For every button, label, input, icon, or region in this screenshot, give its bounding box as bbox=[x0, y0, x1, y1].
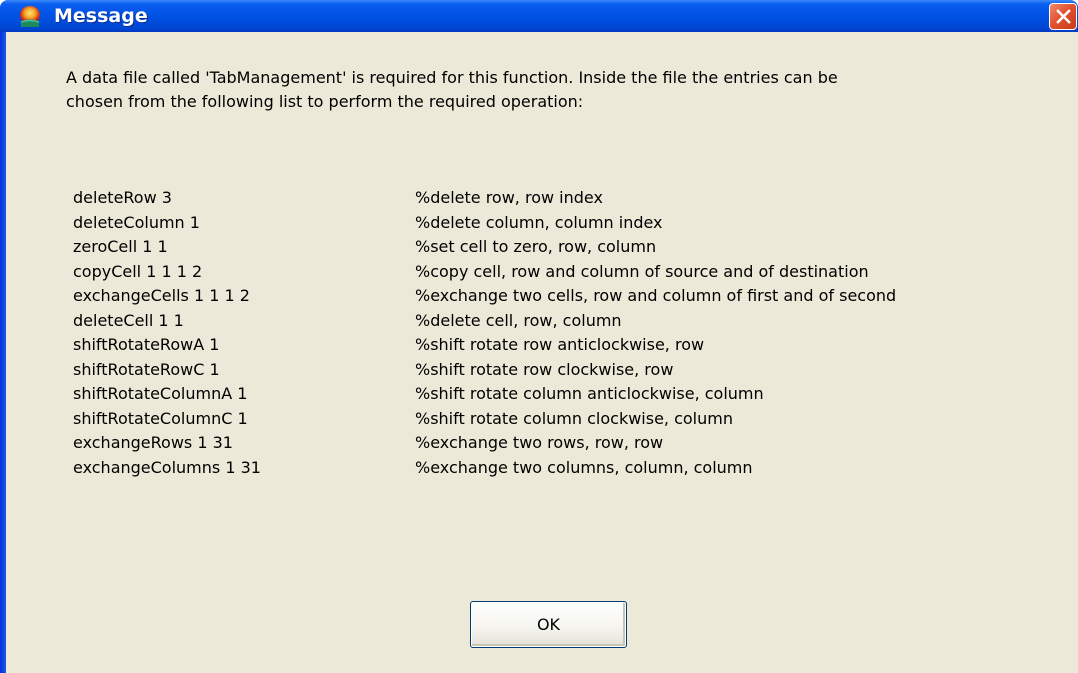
command-description: %shift rotate column clockwise, column bbox=[415, 408, 733, 428]
ok-button[interactable]: OK bbox=[470, 601, 627, 648]
list-item: zeroCell 1 1 %set cell to zero, row, col… bbox=[66, 235, 1066, 260]
command-name: shiftRotateColumnA 1 bbox=[73, 384, 248, 403]
command-name: exchangeCells 1 1 1 2 bbox=[73, 286, 250, 305]
message-dialog: Message A data file called 'TabManagemen… bbox=[0, 0, 1078, 673]
command-description: %copy cell, row and column of source and… bbox=[415, 261, 869, 281]
command-name: deleteColumn 1 bbox=[73, 212, 200, 232]
command-name: zeroCell 1 1 bbox=[73, 237, 168, 256]
command-description: %shift rotate row anticlockwise, row bbox=[415, 335, 705, 354]
command-name: exchangeColumns 1 31 bbox=[73, 457, 261, 477]
list-item: shiftRotateColumnA 1 %shift rotate colum… bbox=[66, 382, 1066, 407]
command-description: %set cell to zero, row, column bbox=[415, 237, 657, 256]
command-description: %shift rotate column anticlockwise, colu… bbox=[415, 384, 764, 403]
window-title: Message bbox=[54, 5, 148, 27]
close-icon bbox=[1056, 9, 1071, 24]
command-description: %delete row, row index bbox=[415, 188, 603, 207]
command-description: %shift rotate row clockwise, row bbox=[415, 359, 674, 379]
command-list: deleteRow 3 %delete row, row index delet… bbox=[66, 186, 1066, 480]
command-description: %exchange two rows, row, row bbox=[415, 433, 664, 452]
command-name: copyCell 1 1 1 2 bbox=[73, 261, 203, 281]
command-name: deleteCell 1 1 bbox=[73, 310, 184, 330]
command-description: %exchange two columns, column, column bbox=[415, 457, 753, 477]
intro-line-1: A data file called 'TabManagement' is re… bbox=[66, 68, 838, 87]
command-name: shiftRotateColumnC 1 bbox=[73, 408, 248, 428]
list-item: exchangeColumns 1 31 %exchange two colum… bbox=[66, 456, 1066, 481]
list-item: shiftRotateRowC 1 %shift rotate row cloc… bbox=[66, 358, 1066, 383]
list-item: exchangeCells 1 1 1 2 %exchange two cell… bbox=[66, 284, 1066, 309]
list-item: deleteCell 1 1 %delete cell, row, column bbox=[66, 309, 1066, 334]
intro-line-2: chosen from the following list to perfor… bbox=[66, 92, 584, 111]
command-name: deleteRow 3 bbox=[73, 188, 172, 207]
command-name: exchangeRows 1 31 bbox=[73, 433, 233, 452]
list-item: shiftRotateRowA 1 %shift rotate row anti… bbox=[66, 333, 1066, 358]
command-name: shiftRotateRowC 1 bbox=[73, 359, 220, 379]
list-item: exchangeRows 1 31 %exchange two rows, ro… bbox=[66, 431, 1066, 456]
command-description: %delete cell, row, column bbox=[415, 310, 622, 330]
command-description: %exchange two cells, row and column of f… bbox=[415, 286, 897, 305]
list-item: deleteRow 3 %delete row, row index bbox=[66, 186, 1066, 211]
command-name: shiftRotateRowA 1 bbox=[73, 335, 220, 354]
command-description: %delete column, column index bbox=[415, 212, 663, 232]
list-item: deleteColumn 1 %delete column, column in… bbox=[66, 211, 1066, 236]
title-bar[interactable]: Message bbox=[0, 0, 1078, 32]
close-button[interactable] bbox=[1049, 3, 1077, 30]
app-icon bbox=[18, 5, 42, 29]
intro-text: A data file called 'TabManagement' is re… bbox=[66, 66, 1066, 114]
list-item: shiftRotateColumnC 1 %shift rotate colum… bbox=[66, 407, 1066, 432]
list-item: copyCell 1 1 1 2 %copy cell, row and col… bbox=[66, 260, 1066, 285]
